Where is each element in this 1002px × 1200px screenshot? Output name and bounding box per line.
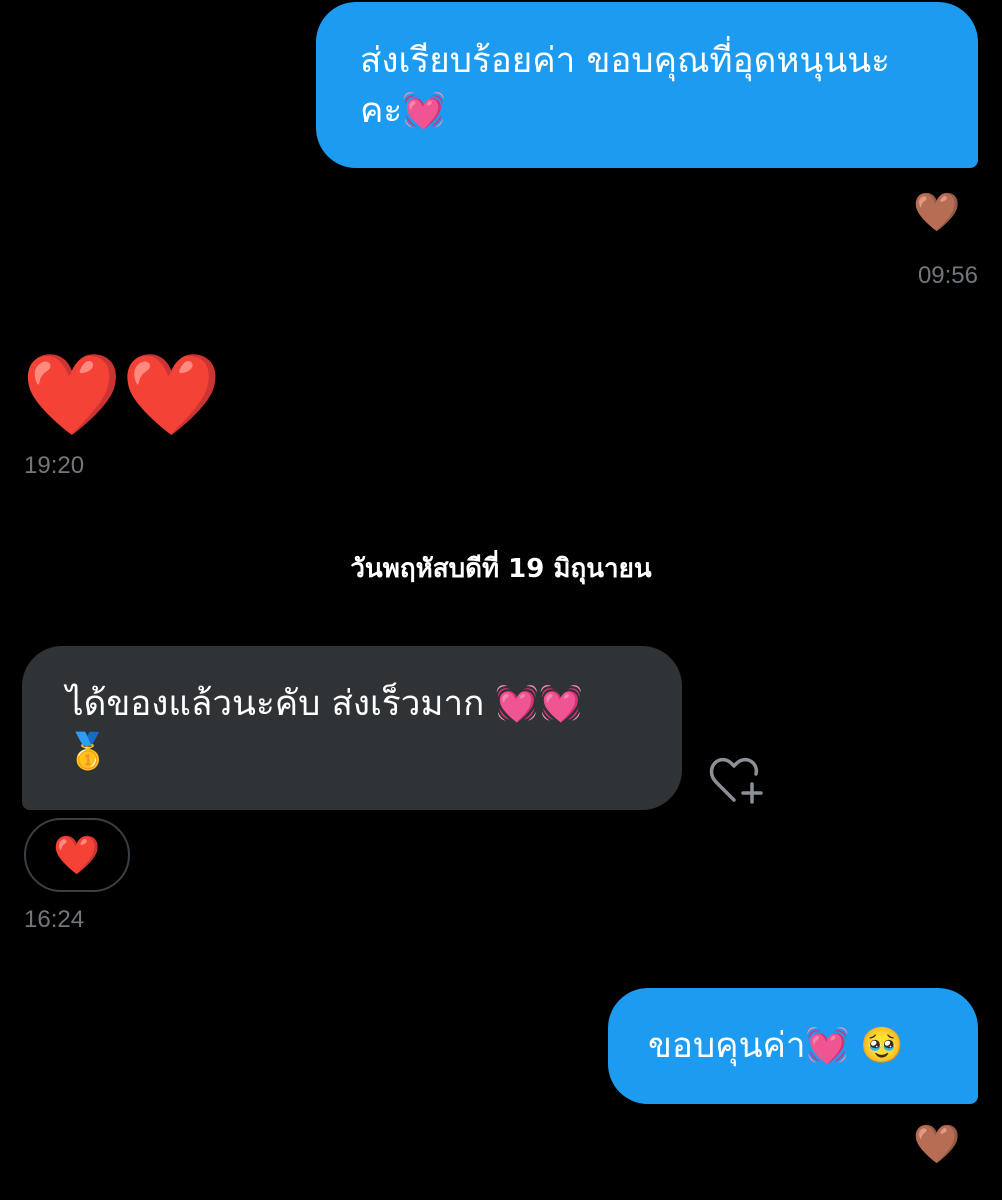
message-timestamp: 19:20 (24, 452, 85, 479)
message-bubble-outgoing[interactable]: ขอบคุนค่า💓 🥹 (608, 988, 978, 1104)
add-reaction-button[interactable] (706, 754, 766, 808)
heart-plus-icon (709, 757, 763, 804)
message-reaction[interactable]: 🤎 (912, 190, 962, 234)
message-timestamp: 16:24 (24, 906, 85, 933)
message-emoji-only[interactable]: ❤️❤️ (22, 350, 221, 440)
date-separator: วันพฤหัสบดีที่ 19 มิถุนายน (350, 554, 652, 584)
reaction-emoji: ❤️ (53, 832, 101, 877)
message-bubble-outgoing[interactable]: ส่งเรียบร้อยค่า ขอบคุณที่อุดหนุนนะ คะ💓 (316, 2, 978, 168)
message-timestamp: 09:56 (917, 262, 978, 289)
message-text-line: ได้ของแล้วนะคับ ส่งเร็วมาก 💓💓 (66, 684, 583, 724)
message-text-line: ขอบคุนค่า💓 🥹 (648, 1026, 904, 1066)
message-reaction[interactable]: 🤎 (912, 1122, 962, 1166)
message-bubble-incoming[interactable]: ได้ของแล้วนะคับ ส่งเร็วมาก 💓💓 🥇 (22, 646, 682, 810)
reaction-pill[interactable]: ❤️ (24, 818, 130, 892)
message-text-line: คะ💓 (360, 91, 446, 131)
message-text-line: 🥇 (66, 732, 110, 772)
message-text-line: ส่งเรียบร้อยค่า ขอบคุณที่อุดหนุนนะ (360, 41, 890, 81)
